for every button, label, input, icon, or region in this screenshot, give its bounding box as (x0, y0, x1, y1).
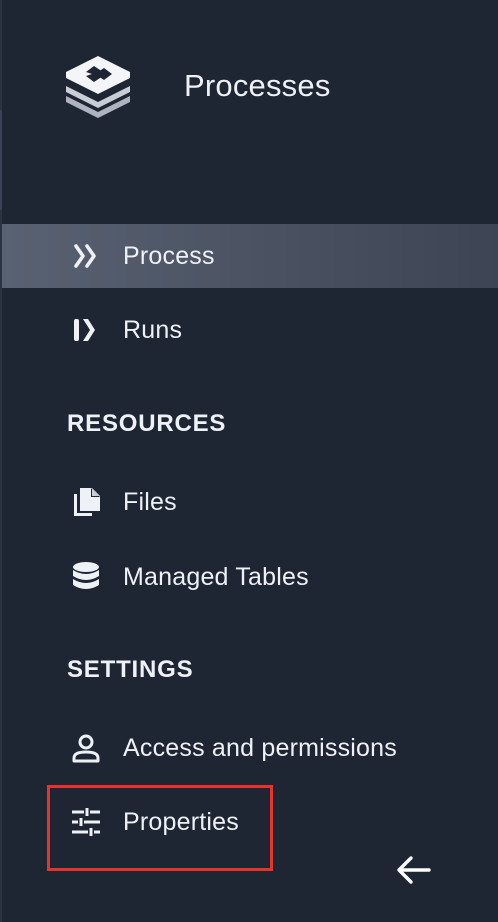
person-icon (68, 730, 104, 766)
nav-item-label: Files (123, 487, 177, 516)
database-icon (68, 559, 104, 595)
nav-item-label: Properties (123, 807, 239, 836)
nav-item-managed-tables[interactable]: Managed Tables (2, 545, 498, 609)
sidebar: Processes Process Runs RESOURCES Files M… (0, 0, 498, 922)
nav-item-label: Process (123, 241, 215, 270)
nav-item-runs[interactable]: Runs (2, 298, 498, 362)
stacked-layers-logo-icon (64, 52, 132, 120)
arrow-left-icon (396, 855, 432, 890)
section-heading-resources: RESOURCES (67, 410, 227, 437)
nav-item-label: Managed Tables (123, 562, 309, 591)
nav-item-files[interactable]: Files (2, 470, 498, 534)
sliders-icon (68, 804, 104, 840)
nav-item-properties[interactable]: Properties (2, 790, 498, 854)
collapse-sidebar-button[interactable] (392, 850, 436, 894)
section-heading-settings: SETTINGS (67, 656, 194, 683)
nav-item-access-permissions[interactable]: Access and permissions (2, 716, 498, 780)
double-chevron-right-icon (68, 238, 104, 274)
nav-item-process[interactable]: Process (2, 224, 498, 288)
app-header: Processes (0, 0, 498, 180)
runs-icon (68, 312, 104, 348)
app-title: Processes (184, 68, 331, 103)
files-icon (68, 484, 104, 520)
nav-item-label: Runs (123, 315, 183, 344)
nav-item-label: Access and permissions (123, 733, 397, 762)
